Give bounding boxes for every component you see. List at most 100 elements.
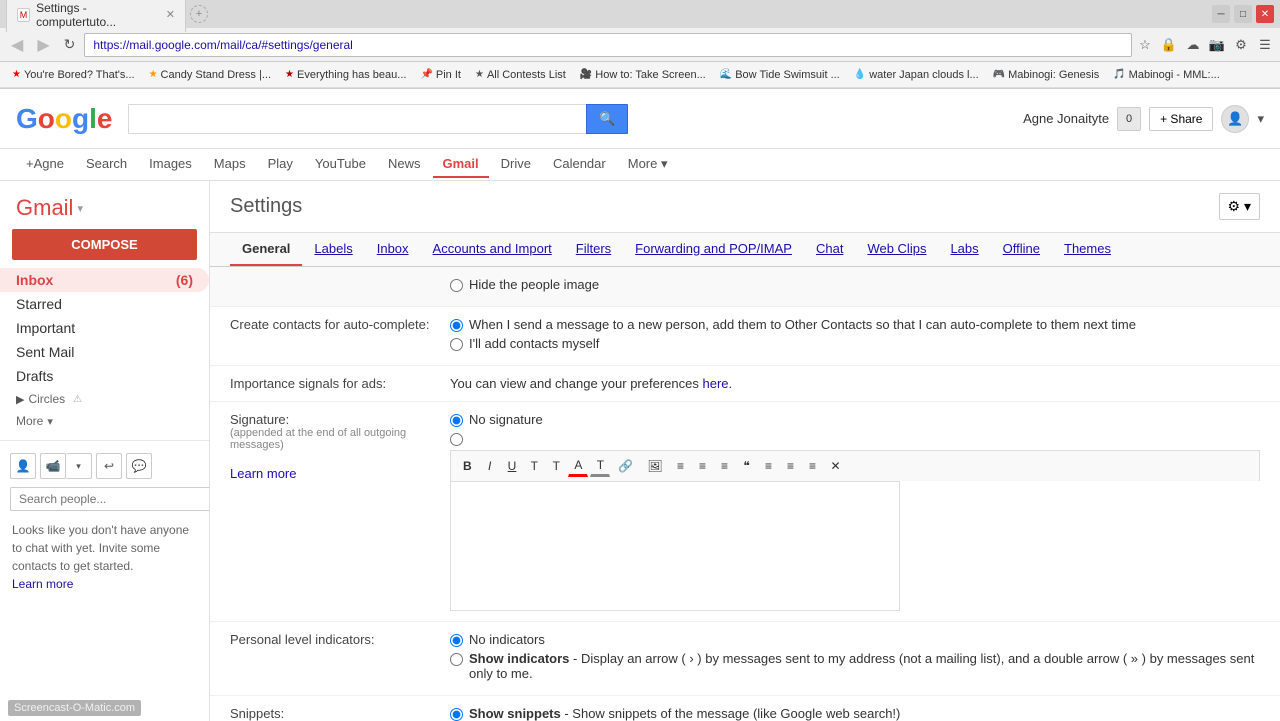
compose-button[interactable]: COMPOSE	[12, 229, 197, 260]
google-search-button[interactable]: 🔍	[586, 104, 628, 134]
address-bar[interactable]	[84, 33, 1132, 57]
sig-text-color-btn[interactable]: T	[590, 455, 610, 477]
sig-image-btn[interactable]: 🖼	[641, 456, 668, 476]
tab-labs[interactable]: Labs	[938, 233, 990, 266]
tab-offline[interactable]: Offline	[991, 233, 1052, 266]
tab-inbox[interactable]: Inbox	[365, 233, 421, 266]
gnav-play[interactable]: Play	[258, 151, 303, 178]
show-indicators-radio[interactable]	[450, 653, 463, 666]
sig-ol-btn[interactable]: ≡	[671, 456, 691, 476]
sig-align-right-btn[interactable]: ≡	[803, 456, 823, 476]
bookmark-item[interactable]: 📌Pin It	[416, 68, 465, 82]
minimize-btn[interactable]: ─	[1212, 5, 1230, 23]
sig-font-color-btn[interactable]: A	[568, 455, 588, 477]
sig-align-center-btn[interactable]: ≡	[781, 456, 801, 476]
gnav-gmail[interactable]: Gmail	[433, 151, 489, 178]
sig-font-btn[interactable]: T	[524, 456, 544, 476]
bookmark-item[interactable]: ★All Contests List	[471, 68, 570, 82]
sidebar-item-starred[interactable]: Starred	[0, 292, 209, 316]
show-snippets-radio[interactable]	[450, 708, 463, 721]
sig-ul-btn[interactable]: ≡	[693, 456, 713, 476]
bookmark-item[interactable]: 🌊Bow Tide Swimsuit ...	[716, 68, 844, 82]
signature-learn-more-link[interactable]: Learn more	[230, 466, 296, 481]
sig-italic-btn[interactable]: I	[480, 456, 500, 476]
tab-close-btn[interactable]: ✕	[166, 8, 175, 21]
chat-bubble-btn[interactable]: 💬	[126, 453, 152, 479]
extension-icon3[interactable]: 📷	[1208, 36, 1226, 54]
no-indicators-radio[interactable]	[450, 634, 463, 647]
tab-general[interactable]: General	[230, 233, 302, 266]
sig-blockquote-btn[interactable]: ❝	[737, 456, 757, 476]
extension-icon2[interactable]: ☁	[1184, 36, 1202, 54]
create-contacts-opt2-radio[interactable]	[450, 338, 463, 351]
extension-icon4[interactable]: ⚙	[1232, 36, 1250, 54]
forward-button[interactable]: ▶	[32, 33, 54, 57]
bookmark-item[interactable]: 🎮Mabinogi: Genesis	[989, 68, 1104, 82]
settings-row-importance: Importance signals for ads: You can view…	[210, 366, 1280, 402]
bookmark-item[interactable]: 🎵Mabinogi - MML:...	[1109, 68, 1224, 82]
maximize-btn[interactable]: □	[1234, 5, 1252, 23]
chat-person-btn[interactable]: 👤	[10, 453, 36, 479]
bookmark-item[interactable]: ★Everything has beau...	[281, 68, 410, 82]
chat-learn-more-link[interactable]: Learn more	[12, 577, 73, 591]
sidebar-item-drafts[interactable]: Drafts	[0, 364, 209, 388]
sidebar-item-more[interactable]: More ▾	[0, 410, 209, 432]
new-tab-button[interactable]: +	[190, 5, 208, 23]
close-btn[interactable]: ✕	[1256, 5, 1274, 23]
settings-gear-button[interactable]: ⚙ ▾	[1219, 193, 1260, 220]
star-icon[interactable]: ☆	[1136, 36, 1154, 54]
gnav-maps[interactable]: Maps	[204, 151, 256, 178]
extension-icon1[interactable]: 🔒	[1160, 36, 1178, 54]
gnav-search[interactable]: Search	[76, 151, 137, 178]
gnav-youtube[interactable]: YouTube	[305, 151, 376, 178]
custom-sig-radio[interactable]	[450, 433, 463, 446]
gnav-drive[interactable]: Drive	[491, 151, 541, 178]
share-button[interactable]: + Share	[1149, 107, 1213, 131]
browser-tab[interactable]: M Settings - computertuto... ✕	[6, 0, 186, 32]
sidebar-item-sent[interactable]: Sent Mail	[0, 340, 209, 364]
chat-camera-dropdown[interactable]: ▾	[66, 453, 92, 479]
chat-camera-btn[interactable]: 📹	[40, 453, 66, 479]
sig-indent-btn[interactable]: ≡	[715, 456, 735, 476]
sig-bold-btn[interactable]: B	[457, 456, 478, 476]
gnav-images[interactable]: Images	[139, 151, 202, 178]
chat-phone-btn[interactable]: ↩	[96, 453, 122, 479]
sig-underline-btn[interactable]: U	[502, 456, 523, 476]
sidebar-item-important[interactable]: Important	[0, 316, 209, 340]
no-sig-radio[interactable]	[450, 414, 463, 427]
bookmark-item[interactable]: ★You're Bored? That's...	[8, 68, 139, 82]
bookmark-item[interactable]: 🎥How to: Take Screen...	[576, 68, 710, 82]
tab-accounts[interactable]: Accounts and Import	[421, 233, 564, 266]
create-contacts-opt1-radio[interactable]	[450, 319, 463, 332]
sig-clear-btn[interactable]: ✕	[825, 456, 847, 476]
chat-search-input[interactable]	[10, 487, 210, 511]
tab-themes[interactable]: Themes	[1052, 233, 1123, 266]
tab-forwarding[interactable]: Forwarding and POP/IMAP	[623, 233, 804, 266]
refresh-button[interactable]: ↻	[59, 34, 81, 55]
gmail-caret[interactable]: ▾	[77, 202, 83, 215]
tab-chat[interactable]: Chat	[804, 233, 855, 266]
sig-font-size-btn[interactable]: T	[546, 456, 566, 476]
gnav-more[interactable]: More ▾	[618, 151, 678, 179]
back-button[interactable]: ◀	[6, 33, 28, 57]
gnav-agne[interactable]: +Agne	[16, 151, 74, 178]
sidebar-item-circles[interactable]: ▶ Circles ⚠	[0, 388, 209, 410]
google-search-input[interactable]	[128, 104, 586, 134]
tab-filters[interactable]: Filters	[564, 233, 623, 266]
hide-people-radio[interactable]	[450, 279, 463, 292]
user-avatar[interactable]: 👤	[1221, 105, 1249, 133]
tab-labels[interactable]: Labels	[302, 233, 364, 266]
gnav-calendar[interactable]: Calendar	[543, 151, 616, 178]
sig-align-left-btn[interactable]: ≡	[759, 456, 779, 476]
sig-link-btn[interactable]: 🔗	[612, 456, 639, 476]
no-indicators-text: No indicators	[469, 632, 545, 647]
user-dropdown-arrow[interactable]: ▾	[1257, 111, 1264, 127]
gnav-news[interactable]: News	[378, 151, 431, 178]
bookmark-item[interactable]: 💧water Japan clouds l...	[850, 68, 983, 82]
sidebar-item-inbox[interactable]: Inbox (6)	[0, 268, 209, 292]
signature-editor[interactable]	[450, 481, 900, 611]
bookmark-item[interactable]: ★Candy Stand Dress |...	[145, 68, 275, 82]
importance-here-link[interactable]: here	[702, 376, 728, 391]
menu-icon[interactable]: ☰	[1256, 36, 1274, 54]
tab-webclips[interactable]: Web Clips	[855, 233, 938, 266]
